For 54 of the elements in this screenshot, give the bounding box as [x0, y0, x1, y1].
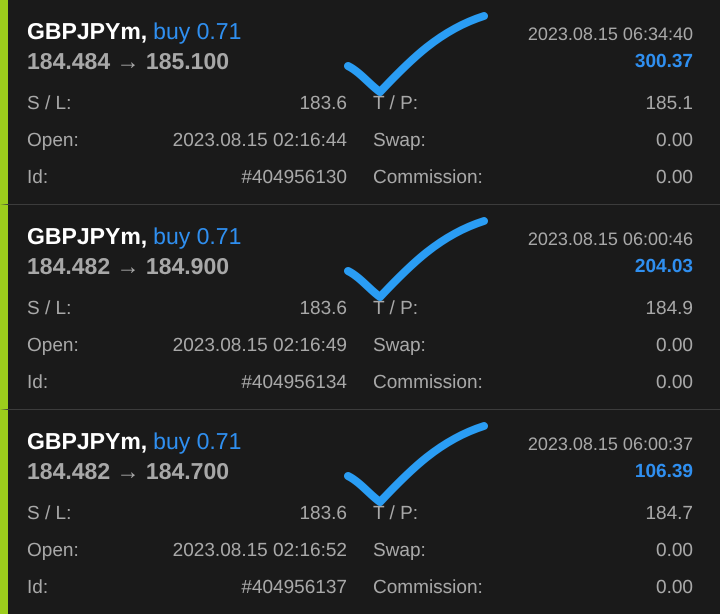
- field-label: S / L:: [27, 502, 72, 526]
- field-label: T / P:: [373, 502, 418, 526]
- field-label: T / P:: [373, 297, 418, 322]
- price-range: 184.484 → 185.100: [27, 47, 230, 76]
- field-label: Id:: [27, 576, 48, 600]
- field-value: 183.6: [299, 502, 347, 526]
- symbol: GBPJPYm,: [27, 222, 148, 251]
- close-time: 2023.08.15 06:00:37: [528, 433, 693, 456]
- field-value: 0.00: [656, 539, 693, 564]
- field-label: Commission:: [373, 371, 483, 396]
- field-label: Open:: [27, 334, 79, 358]
- field-label: Swap:: [373, 129, 426, 154]
- field-value: #404956134: [241, 371, 347, 396]
- field-value: 2023.08.15 02:16:49: [172, 334, 347, 358]
- field-value: 2023.08.15 02:16:44: [172, 129, 347, 154]
- symbol: GBPJPYm,: [27, 427, 148, 456]
- field-label: S / L:: [27, 92, 72, 116]
- field-value: 185.1: [645, 92, 693, 116]
- field-label: Swap:: [373, 334, 426, 358]
- field-value: 2023.08.15 02:16:52: [172, 539, 347, 564]
- trade-side: buy 0.71: [153, 222, 242, 251]
- close-time: 2023.08.15 06:34:40: [528, 23, 693, 46]
- field-label: T / P:: [373, 92, 418, 116]
- field-value: 184.7: [645, 502, 693, 526]
- field-value: 0.00: [656, 129, 693, 154]
- trade-card[interactable]: GBPJPYm, buy 0.71 184.484 → 185.100 2023.08.15 06:34:40 300.37 S / L: 183.6 T / P: 185.1 Open: 2023.08.15 02:16:44 Swap: 0.00 Id: #404956130 Commission: 0.00: [0, 0, 720, 205]
- field-label: Swap:: [373, 539, 426, 564]
- symbol: GBPJPYm,: [27, 17, 148, 46]
- field-value: 183.6: [299, 297, 347, 322]
- profit: 106.39: [634, 460, 693, 484]
- field-value: 0.00: [656, 166, 693, 190]
- field-value: #404956137: [241, 576, 347, 600]
- field-value: 0.00: [656, 334, 693, 358]
- field-label: S / L:: [27, 297, 72, 322]
- field-value: 184.9: [645, 297, 693, 322]
- field-value: 0.00: [656, 371, 693, 396]
- trade-side: buy 0.71: [153, 427, 242, 456]
- field-value: 0.00: [656, 576, 693, 600]
- field-label: Id:: [27, 166, 48, 190]
- price-range: 184.482 → 184.700: [27, 457, 230, 486]
- trade-card[interactable]: GBPJPYm, buy 0.71 184.482 → 184.700 2023.08.15 06:00:37 106.39 S / L: 183.6 T / P: 184.7 Open: 2023.08.15 02:16:52 Swap: 0.00 Id: #404956137 Commission: 0.00: [0, 410, 720, 614]
- field-label: Commission:: [373, 576, 483, 600]
- trade-side: buy 0.71: [153, 17, 242, 46]
- field-label: Open:: [27, 129, 79, 154]
- field-label: Commission:: [373, 166, 483, 190]
- field-label: Open:: [27, 539, 79, 564]
- field-label: Id:: [27, 371, 48, 396]
- field-value: 183.6: [299, 92, 347, 116]
- close-time: 2023.08.15 06:00:46: [528, 228, 693, 251]
- trade-card[interactable]: GBPJPYm, buy 0.71 184.482 → 184.900 2023.08.15 06:00:46 204.03 S / L: 183.6 T / P: 184.9 Open: 2023.08.15 02:16:49 Swap: 0.00 Id: #404956134 Commission: 0.00: [0, 205, 720, 410]
- field-value: #404956130: [241, 166, 347, 190]
- profit: 204.03: [634, 255, 693, 279]
- price-range: 184.482 → 184.900: [27, 252, 230, 281]
- profit: 300.37: [634, 50, 693, 74]
